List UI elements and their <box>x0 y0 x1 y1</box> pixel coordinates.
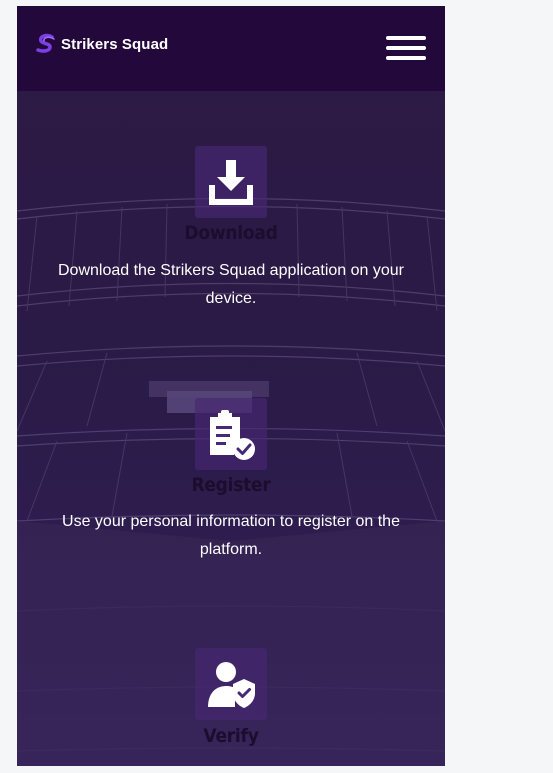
user-shield-icon <box>208 662 255 708</box>
verify-icon-tile <box>195 648 267 720</box>
logo-s-icon <box>36 33 55 53</box>
site-header: Strikers Squad <box>17 6 445 91</box>
step-verify: Verify <box>17 6 445 766</box>
menu-bar-middle <box>386 46 426 50</box>
hamburger-menu-button[interactable] <box>384 33 428 63</box>
mobile-viewport: Strikers Squad Download Download the Str… <box>17 6 445 766</box>
brand-logo[interactable]: Strikers Squad <box>35 32 168 56</box>
menu-bar-top <box>386 36 426 40</box>
brand-name: Strikers Squad <box>61 35 169 53</box>
step-title: Verify <box>203 725 259 747</box>
menu-bar-bottom <box>386 56 426 60</box>
